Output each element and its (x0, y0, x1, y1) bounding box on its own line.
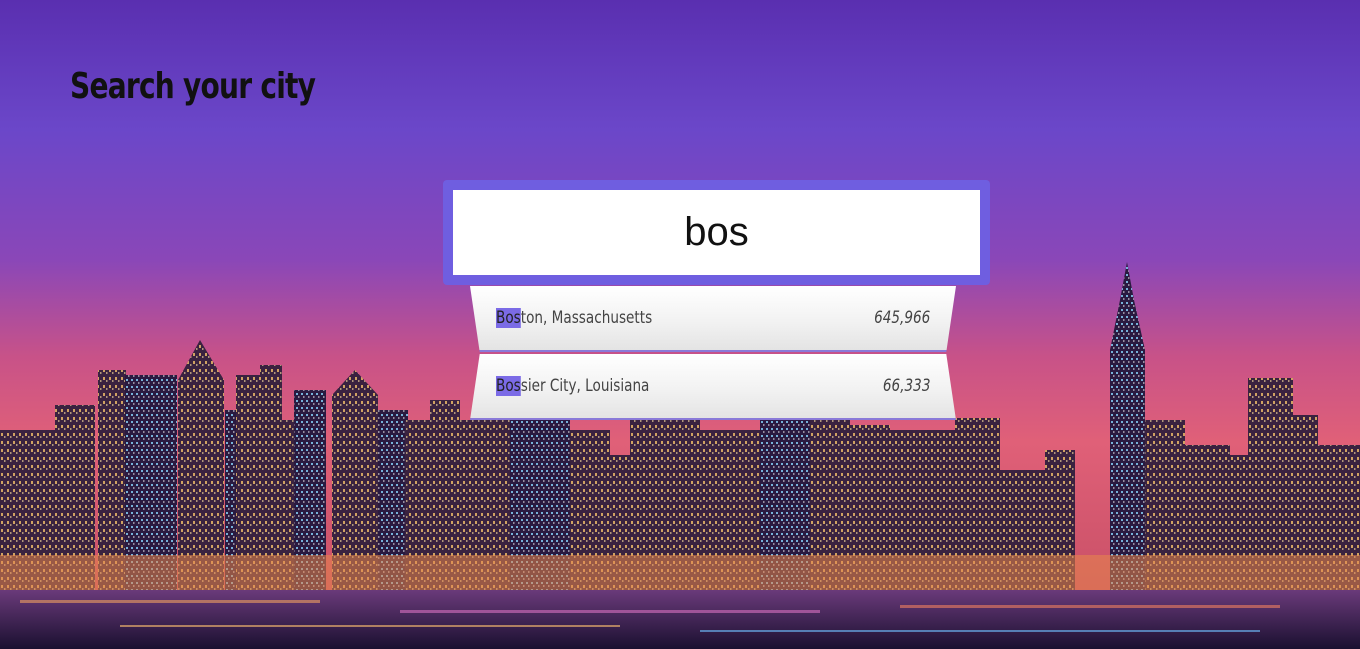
match-highlight: Bos (496, 376, 521, 396)
suggestion-population: 645,966 (873, 308, 930, 328)
page-title: Search your city (70, 66, 316, 107)
suggestion-city-name: Boston, Massachusetts (496, 308, 652, 328)
search-input[interactable] (453, 190, 980, 275)
suggestion-population: 66,333 (882, 376, 930, 396)
suggestions-list: Boston, Massachusetts 645,966 Bossier Ci… (470, 286, 956, 422)
match-highlight: Bos (496, 308, 521, 328)
city-name-rest: ton, Massachusetts (520, 308, 653, 328)
suggestion-item[interactable]: Bossier City, Louisiana 66,333 (470, 354, 956, 420)
suggestion-city-name: Bossier City, Louisiana (496, 376, 649, 396)
suggestion-item[interactable]: Boston, Massachusetts 645,966 (470, 286, 956, 352)
city-name-rest: sier City, Louisiana (520, 376, 650, 396)
search-box (443, 180, 990, 285)
